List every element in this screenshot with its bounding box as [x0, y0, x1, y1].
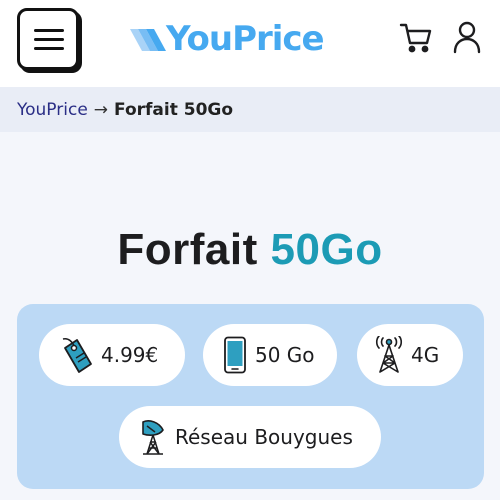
site-logo[interactable]: YouPrice [130, 16, 325, 62]
page-title-accent: 50Go [270, 225, 383, 274]
feature-network-type: 4G [357, 324, 463, 386]
breadcrumb: YouPrice → Forfait 50Go [0, 87, 500, 132]
user-account-icon[interactable] [451, 20, 483, 54]
feature-network-type-label: 4G [411, 343, 440, 367]
page-title: Forfait 50Go [0, 225, 500, 275]
breadcrumb-home-link[interactable]: YouPrice [17, 100, 88, 120]
smartphone-icon [224, 336, 246, 374]
feature-price-label: 4.99€ [101, 343, 159, 367]
feature-data: 50 Go [203, 324, 337, 386]
feature-operator-label: Réseau Bouygues [175, 425, 353, 449]
plan-features-panel: 4.99€ 50 Go 4G Réseau Bouygues [17, 304, 484, 489]
hamburger-line [34, 38, 64, 41]
feature-data-label: 50 Go [255, 343, 315, 367]
shopping-cart-icon[interactable] [399, 22, 433, 54]
feature-operator: Réseau Bouygues [119, 406, 381, 468]
page-title-main: Forfait [117, 225, 258, 274]
antenna-tower-icon [375, 336, 403, 373]
site-header: YouPrice [0, 0, 500, 87]
breadcrumb-current: Forfait 50Go [114, 99, 234, 120]
hamburger-menu-icon [34, 29, 64, 32]
price-tag-icon [62, 338, 92, 373]
menu-button[interactable] [17, 8, 79, 70]
hamburger-line [34, 47, 64, 50]
breadcrumb-separator: → [93, 99, 109, 120]
satellite-dish-icon [142, 420, 164, 455]
feature-price: 4.99€ [39, 324, 185, 386]
logo-mark-icon [130, 29, 166, 51]
logo-text: YouPrice [166, 19, 325, 59]
